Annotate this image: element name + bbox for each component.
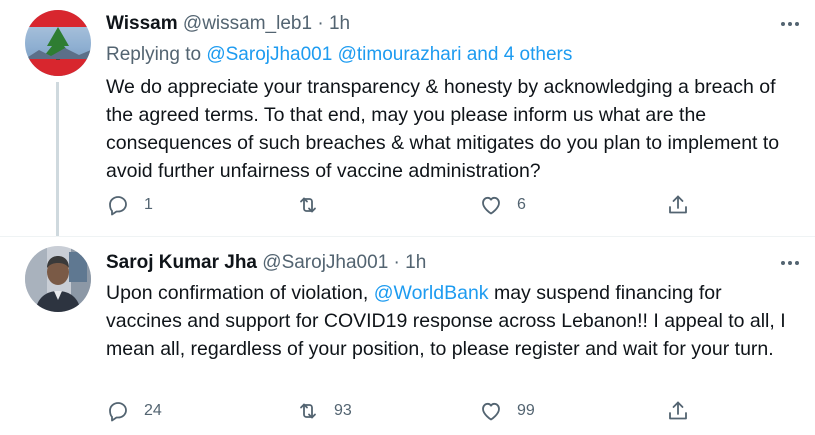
lebanon-cedar-avatar-image xyxy=(25,10,91,76)
retweet-button[interactable] xyxy=(296,193,334,217)
more-options-button[interactable] xyxy=(777,253,803,273)
more-dots-icon xyxy=(781,261,785,265)
like-button[interactable]: 6 xyxy=(479,193,526,217)
tweet-saroj[interactable]: Saroj Kumar Jha @SarojJha001 · 1h Upon c… xyxy=(0,236,815,435)
retweet-button[interactable]: 93 xyxy=(296,399,352,423)
replying-to-others-link[interactable]: and 4 others xyxy=(461,44,573,65)
more-options-button[interactable] xyxy=(777,14,803,34)
share-button[interactable] xyxy=(666,193,690,217)
retweet-count: 93 xyxy=(334,402,352,419)
replying-to-users-link[interactable]: @SarojJha001 @timourazhari xyxy=(206,44,461,65)
tweet-actions: 1 6 xyxy=(106,193,706,223)
user-handle[interactable]: @SarojJha001 xyxy=(262,252,388,273)
separator-dot: · xyxy=(317,13,324,34)
reply-count: 1 xyxy=(144,196,153,213)
thread-connector-line xyxy=(56,82,59,236)
tweet-header: Wissam @wissam_leb1 · 1h xyxy=(106,11,350,37)
avatar-saroj[interactable] xyxy=(25,246,91,312)
reply-icon xyxy=(109,402,127,422)
retweet-icon xyxy=(300,197,316,213)
replying-to-label: Replying to xyxy=(106,44,207,65)
reply-icon xyxy=(109,196,127,216)
tweet-text-part: Upon confirmation of violation, xyxy=(106,282,374,304)
profile-photo-image xyxy=(25,246,91,312)
timestamp[interactable]: 1h xyxy=(405,252,426,273)
reply-count: 24 xyxy=(144,402,162,419)
separator-dot: · xyxy=(393,252,400,273)
retweet-icon xyxy=(300,403,316,419)
mention-worldbank-link[interactable]: @WorldBank xyxy=(374,282,489,304)
like-button[interactable]: 99 xyxy=(479,399,535,423)
tweet-text: Upon confirmation of violation, @WorldBa… xyxy=(106,279,796,363)
heart-icon xyxy=(482,402,500,421)
display-name[interactable]: Wissam xyxy=(106,13,178,34)
tweet-header: Saroj Kumar Jha @SarojJha001 · 1h xyxy=(106,250,426,276)
tweet-text: We do appreciate your transparency & hon… xyxy=(106,76,780,182)
like-count: 6 xyxy=(517,196,526,213)
timestamp[interactable]: 1h xyxy=(329,13,350,34)
share-icon xyxy=(669,401,687,420)
replying-to-line: Replying to @SarojJha001 @timourazhari a… xyxy=(106,42,572,68)
heart-icon xyxy=(482,196,500,215)
reply-button[interactable]: 24 xyxy=(106,399,162,423)
more-dots-icon xyxy=(781,22,785,26)
share-button[interactable] xyxy=(666,399,690,423)
display-name[interactable]: Saroj Kumar Jha xyxy=(106,252,257,273)
like-count: 99 xyxy=(517,402,535,419)
tweet-actions: 24 93 99 xyxy=(106,399,706,429)
tweet-wissam[interactable]: Wissam @wissam_leb1 · 1h Replying to @Sa… xyxy=(0,0,815,236)
avatar-wissam[interactable] xyxy=(25,10,91,76)
reply-button[interactable]: 1 xyxy=(106,193,153,217)
share-icon xyxy=(669,195,687,214)
user-handle[interactable]: @wissam_leb1 xyxy=(183,13,312,34)
